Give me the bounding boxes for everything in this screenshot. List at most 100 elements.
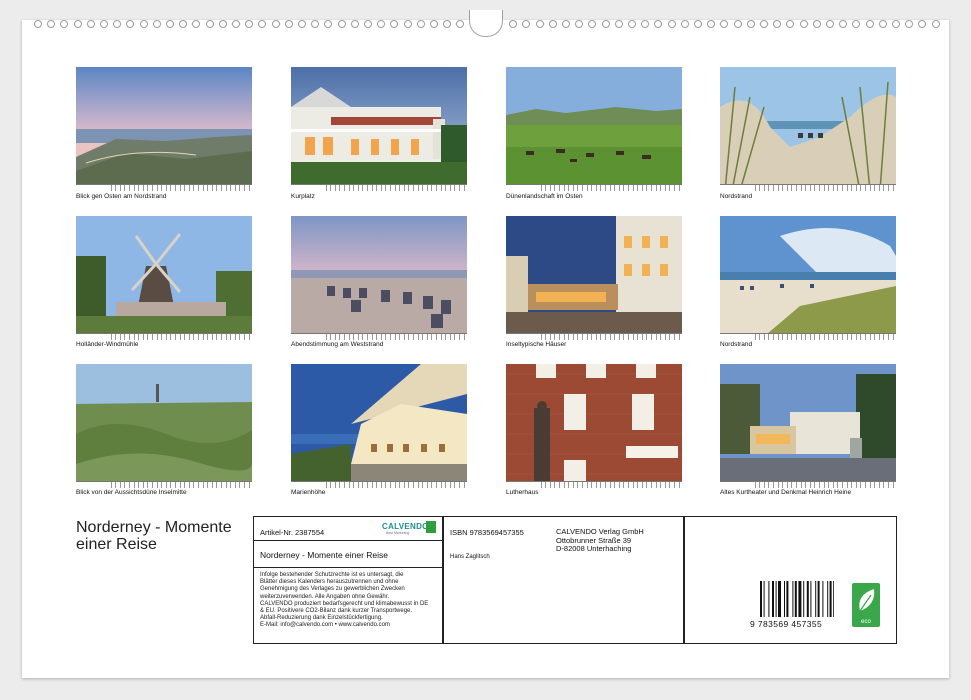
date-tick [814,185,816,191]
date-tick [211,334,213,340]
date-tick [860,185,862,191]
date-tick [385,334,387,340]
date-tick [248,334,250,340]
binding-ring [535,20,544,28]
date-tick [463,334,465,340]
date-tick [623,334,625,340]
date-tick [449,482,451,488]
date-tick [605,334,606,340]
date-tick [413,482,414,488]
legal-line: weiterzuverwenden. Alle Angaben ohne Gew… [260,593,390,600]
date-tick [449,334,451,340]
date-tick [348,334,350,340]
date-tick [614,185,616,191]
date-tick [851,482,853,488]
photo-12 [720,364,896,488]
date-tick [554,334,556,340]
date-tick [869,185,871,191]
date-tick [413,185,414,191]
date-tick [230,482,232,488]
calendar-title: Norderney - Momente einer Reise [76,519,232,553]
date-tick [568,482,570,488]
date-tick [651,334,652,340]
date-tick [454,334,456,340]
date-tick [344,185,345,191]
date-tick [888,334,889,340]
date-tick [184,334,186,340]
date-tick [754,482,756,488]
date-tick [344,334,345,340]
date-tick [888,185,889,191]
date-tick [161,185,163,191]
binding-ring [73,20,82,28]
date-tick [805,185,807,191]
publisher-line: D-82008 Unterhaching [556,544,632,553]
photo-date-strip [720,333,896,340]
date-tick [142,482,144,488]
barcode-bar [775,581,777,617]
date-tick [632,482,634,488]
photo-caption: Abendstimmung am Weststrand [291,341,384,348]
date-tick [559,334,560,340]
date-tick [348,185,350,191]
photo-date-strip [291,184,467,191]
date-tick [426,185,428,191]
date-tick [855,185,857,191]
date-tick [632,185,634,191]
date-tick [614,482,616,488]
date-tick [641,334,643,340]
date-tick [577,334,579,340]
binding-ring [324,20,333,28]
date-tick [773,482,774,488]
date-tick [161,482,163,488]
date-tick [759,482,761,488]
photo-caption: Holländer-Windmühle [76,341,139,348]
date-tick [763,334,765,340]
calvendo-logo-text: CALVENDO [382,522,429,531]
binding-ring [852,20,861,28]
date-tick [142,334,144,340]
date-tick [800,334,802,340]
binding-ring [826,20,834,28]
date-tick [878,334,880,340]
date-tick [152,482,153,488]
date-tick [440,334,442,340]
date-tick [133,482,135,488]
date-tick [768,185,770,191]
date-tick [353,482,355,488]
date-tick [869,482,871,488]
date-tick [463,482,465,488]
date-tick [637,482,639,488]
date-tick [545,482,547,488]
binding-ring [694,20,702,28]
binding-ring [931,20,940,28]
binding-ring [733,20,742,28]
photo-caption: Nordstrand [720,341,753,348]
date-tick [600,185,602,191]
date-tick [892,185,894,191]
date-tick [754,334,756,340]
date-tick [582,482,583,488]
binding-ring [390,20,399,28]
date-tick [376,185,378,191]
date-tick [239,482,241,488]
date-tick [540,185,542,191]
date-tick [786,482,788,488]
date-tick [394,334,396,340]
date-tick [591,482,593,488]
date-tick [609,185,611,191]
date-tick [669,482,671,488]
binding-ring [812,20,821,28]
date-tick [156,482,158,488]
date-tick [325,482,327,488]
date-tick [422,482,424,488]
date-tick [207,334,209,340]
street-night-image [506,216,682,340]
author: Hans Zaglitsch [450,554,490,560]
binding-ring [179,20,188,28]
binding-ring [258,20,267,28]
date-tick [371,185,373,191]
date-tick [614,334,616,340]
date-tick [800,482,802,488]
date-tick [865,482,866,488]
